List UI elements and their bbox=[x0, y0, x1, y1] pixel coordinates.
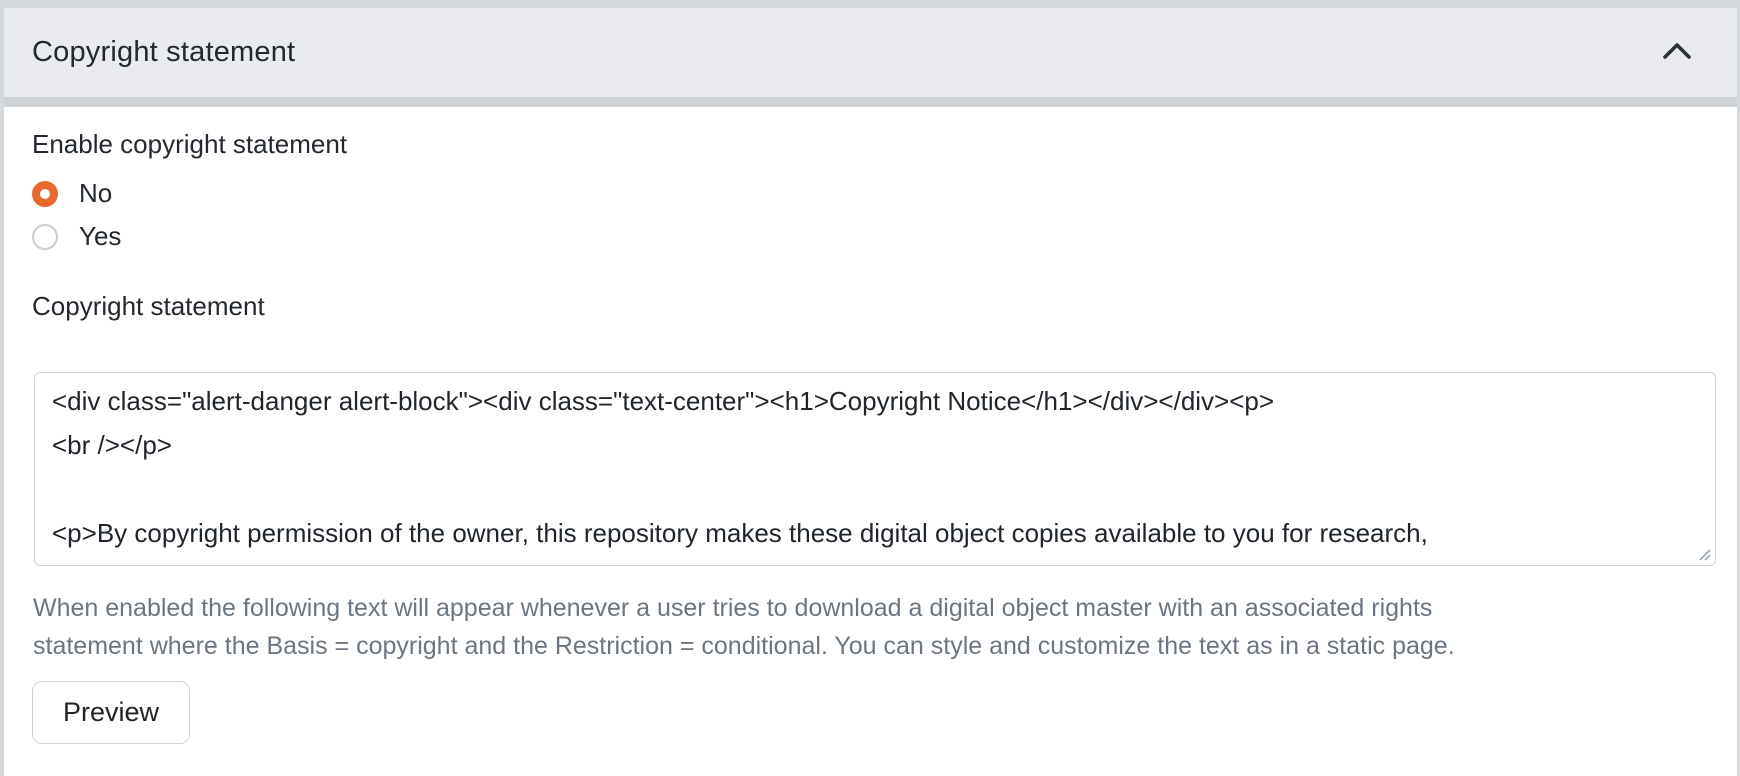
header-divider bbox=[4, 97, 1737, 107]
radio-option-yes[interactable]: Yes bbox=[32, 221, 121, 252]
panel-title: Copyright statement bbox=[32, 36, 295, 69]
radio-no-label[interactable]: No bbox=[79, 178, 112, 209]
radio-no-selected-icon[interactable] bbox=[32, 181, 58, 207]
radio-yes-unselected-icon[interactable] bbox=[32, 224, 58, 250]
textarea-line: private study, or education, subject to … bbox=[52, 555, 1699, 566]
chevron-up-icon bbox=[1660, 39, 1694, 66]
radio-yes-label[interactable]: Yes bbox=[79, 221, 121, 252]
panel-top-border bbox=[4, 0, 1737, 8]
textarea-line: <p>By copyright permission of the owner,… bbox=[52, 511, 1699, 555]
textarea-resize-handle-icon[interactable] bbox=[1696, 546, 1712, 562]
preview-button[interactable]: Preview bbox=[32, 681, 190, 744]
enable-copyright-statement-label: Enable copyright statement bbox=[32, 129, 347, 160]
copyright-statement-textarea[interactable]: <div class="alert-danger alert-block"><d… bbox=[34, 372, 1716, 566]
textarea-line: <br /></p> bbox=[52, 423, 1699, 467]
copyright-statement-label: Copyright statement bbox=[32, 291, 265, 322]
textarea-line bbox=[52, 467, 1699, 511]
panel-body: Enable copyright statement No Yes Copyri… bbox=[4, 107, 1737, 776]
copyright-settings-panel: Copyright statement Enable copyright sta… bbox=[0, 0, 1740, 776]
radio-option-no[interactable]: No bbox=[32, 178, 112, 209]
textarea-line: <div class="alert-danger alert-block"><d… bbox=[52, 379, 1699, 423]
copyright-statement-help-text: When enabled the following text will app… bbox=[33, 589, 1538, 665]
accordion-header-copyright-statement[interactable]: Copyright statement bbox=[4, 8, 1737, 97]
collapse-section-button[interactable] bbox=[1655, 33, 1699, 73]
